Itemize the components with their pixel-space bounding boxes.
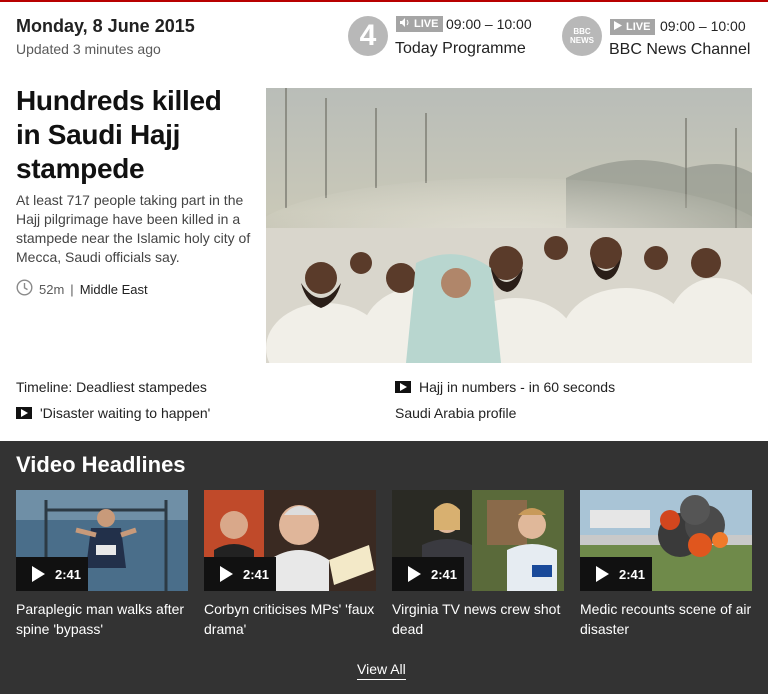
video-card-title[interactable]: Virginia TV news crew shot dead — [392, 599, 564, 639]
video-card-title[interactable]: Corbyn criticises MPs' 'faux drama' — [204, 599, 376, 639]
video-card-title[interactable]: Medic recounts scene of air disaster — [580, 599, 752, 639]
video-headlines-title: Video Headlines — [16, 452, 186, 477]
video-thumbnail[interactable]: 2:41 — [204, 490, 376, 591]
video-card-title[interactable]: Paraplegic man walks after spine 'bypass… — [16, 599, 188, 639]
related-link[interactable]: Saudi Arabia profile — [395, 405, 516, 421]
live-programme-link[interactable]: Today Programme — [395, 40, 526, 58]
meta-separator: | — [70, 281, 74, 297]
duration-badge: 2:41 — [580, 557, 652, 591]
related-video-link[interactable]: Hajj in numbers - in 60 seconds — [395, 379, 615, 395]
updated-timestamp: Updated 3 minutes ago — [16, 41, 161, 57]
live-time: 09:00 – 10:00 — [446, 16, 532, 32]
play-icon — [408, 566, 421, 582]
lead-summary: At least 717 people taking part in the H… — [16, 192, 251, 265]
video-card[interactable]: 2:41 Paraplegic man walks after spine 'b… — [16, 490, 188, 639]
live-badge: LIVE — [396, 16, 444, 32]
page-date: Monday, 8 June 2015 — [16, 16, 195, 36]
live-bbc-news[interactable]: BBC NEWS LIVE 09:00 – 10:00 BBC News Cha… — [562, 16, 762, 60]
live-programme-link[interactable]: BBC News Channel — [609, 41, 750, 59]
bbc-news-logo-icon: BBC NEWS — [562, 16, 602, 56]
top-accent-line — [0, 0, 768, 2]
live-radio4[interactable]: 4 LIVE 09:00 – 10:00 Today Programme — [348, 16, 548, 60]
video-icon — [395, 381, 411, 393]
speaker-icon — [400, 16, 410, 32]
video-card[interactable]: 2:41 Corbyn criticises MPs' 'faux drama' — [204, 490, 376, 639]
video-thumbnail[interactable]: 2:41 — [16, 490, 188, 591]
view-all-link[interactable]: View All — [357, 661, 406, 680]
lead-meta: 52m | Middle East — [16, 279, 148, 299]
live-time: 09:00 – 10:00 — [660, 18, 746, 34]
play-icon — [614, 19, 622, 35]
radio4-logo-icon: 4 — [348, 16, 388, 56]
video-card[interactable]: 2:41 Virginia TV news crew shot dead — [392, 490, 564, 639]
lead-section-link[interactable]: Middle East — [80, 282, 148, 297]
duration-badge: 2:41 — [392, 557, 464, 591]
clock-icon — [16, 279, 33, 299]
crowd-photo-icon — [266, 88, 752, 363]
play-icon — [220, 566, 233, 582]
video-icon — [16, 407, 32, 419]
video-headlines-section: Video Headlines 2:41 Paraplegic man walk… — [0, 441, 768, 694]
play-icon — [596, 566, 609, 582]
duration-badge: 2:41 — [16, 557, 88, 591]
related-video-link[interactable]: 'Disaster waiting to happen' — [16, 405, 210, 421]
video-thumbnail[interactable]: 2:41 — [392, 490, 564, 591]
related-link[interactable]: Timeline: Deadliest stampedes — [16, 379, 207, 395]
lead-age: 52m — [39, 281, 65, 297]
video-thumbnail[interactable]: 2:41 — [580, 490, 752, 591]
live-badge: LIVE — [610, 19, 656, 35]
lead-image[interactable] — [266, 88, 752, 363]
lead-headline[interactable]: Hundreds killed in Saudi Hajj stampede — [16, 84, 246, 186]
duration-badge: 2:41 — [204, 557, 276, 591]
video-card[interactable]: 2:41 Medic recounts scene of air disaste… — [580, 490, 752, 639]
play-icon — [32, 566, 45, 582]
